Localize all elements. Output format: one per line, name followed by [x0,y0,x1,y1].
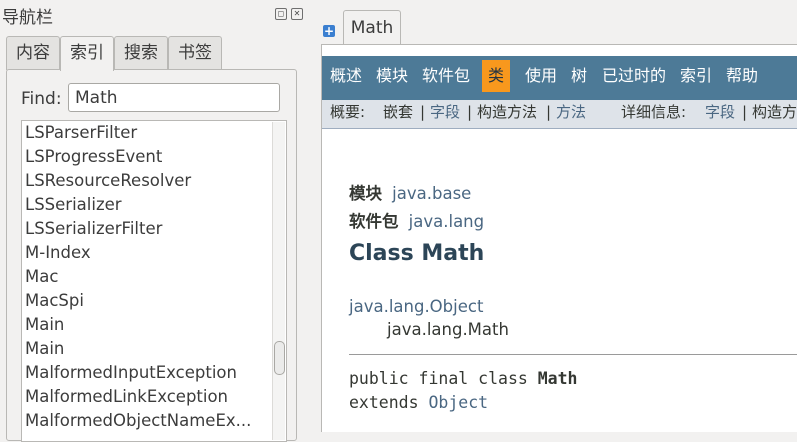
dock-float-icon[interactable]: ◻ [275,8,287,20]
package-label: 软件包 [349,212,399,231]
decl-class-name: Math [537,369,578,388]
detail-label: 详细信息: [621,103,687,121]
package-link[interactable]: java.lang [409,212,484,231]
subnav-separator: | [742,103,748,121]
list-item[interactable]: MalformedInputException [22,361,263,385]
list-item[interactable]: LSSerializerFilter [22,217,263,241]
tab-index[interactable]: 索引 [60,36,114,71]
nav-module[interactable]: 模块 [376,60,408,92]
nav-deprecated[interactable]: 已过时的 [602,60,666,92]
nav-help[interactable]: 帮助 [726,60,758,92]
page-title: Class Math [349,241,485,266]
summary-nested: 嵌套 [383,103,414,121]
list-item[interactable]: LSProgressEvent [22,145,263,169]
tab-math[interactable]: Math [343,10,401,45]
inheritance-parent-link[interactable]: java.lang.Object [349,297,483,316]
module-line: 模块 java.base [349,180,471,204]
tab-contents[interactable]: 内容 [6,36,60,70]
inheritance-child: java.lang.Math [387,320,509,339]
list-item[interactable]: MalformedLinkException [22,385,263,409]
subnav-separator: | [467,103,473,121]
extends-line: extends Object [349,393,488,412]
summary-label: 概要: [330,103,366,121]
sub-navbar: 概要: 嵌套 | 字段 | 构造方法 | 方法 详细信息: 字段 | 构造方 [322,100,797,129]
summary-method-link[interactable]: 方法 [556,100,586,124]
extends-keyword: extends [349,393,429,412]
divider [349,354,797,355]
nav-use[interactable]: 使用 [525,60,557,92]
nav-index[interactable]: 索引 [680,60,712,92]
summary-field-link[interactable]: 字段 [430,100,460,124]
navigation-dock-header: 导航栏 ◻ ✕ [0,0,308,30]
module-label: 模块 [349,184,382,203]
list-item[interactable]: LSSerializer [22,193,263,217]
nav-overview[interactable]: 概述 [330,60,362,92]
nav-tree[interactable]: 树 [571,60,587,92]
module-link[interactable]: java.base [392,184,471,203]
list-item[interactable]: LSResourceResolver [22,169,263,193]
summary-constructor: 构造方法 [477,103,538,121]
list-item[interactable]: Mac [22,265,263,289]
dock-close-icon[interactable]: ✕ [291,8,303,20]
decl-prefix: public final class [349,369,538,388]
find-label: Find: [21,89,62,109]
detail-constructor: 构造方 [752,103,797,121]
subnav-separator: | [546,103,552,121]
list-item[interactable]: Main [22,337,263,361]
top-navbar: 概述 模块 软件包 类 使用 树 已过时的 索引 帮助 [322,56,797,100]
list-scrollbar[interactable] [272,122,285,440]
find-input[interactable] [68,83,280,112]
document-tabbar: + Math [321,0,797,45]
scrollbar-thumb[interactable] [274,341,285,375]
nav-package[interactable]: 软件包 [422,60,470,92]
package-line: 软件包 java.lang [349,208,484,232]
index-panel: Find: LSParserFilter LSProgressEvent LSR… [6,69,297,442]
list-item[interactable]: MalformedObjectNameEx... [22,409,263,433]
class-declaration: public final class Math [349,369,578,388]
list-item[interactable]: MacSpi [22,289,263,313]
tab-bookmarks[interactable]: 书签 [168,36,222,70]
nav-class: 类 [482,60,511,92]
extends-object-link[interactable]: Object [428,393,488,412]
list-item[interactable]: M-Index [22,241,263,265]
dock-title: 导航栏 [2,8,53,28]
add-tab-icon[interactable]: + [323,25,335,37]
list-item[interactable]: LSParserFilter [22,121,263,145]
subnav-separator: | [420,103,426,121]
detail-field-link[interactable]: 字段 [705,100,735,124]
document-view: 概述 模块 软件包 类 使用 树 已过时的 索引 帮助 概要: 嵌套 | 字段 … [321,44,797,432]
tab-search[interactable]: 搜索 [114,36,168,70]
list-item[interactable]: Main [22,313,263,337]
index-list: LSParserFilter LSProgressEvent LSResourc… [21,120,287,442]
